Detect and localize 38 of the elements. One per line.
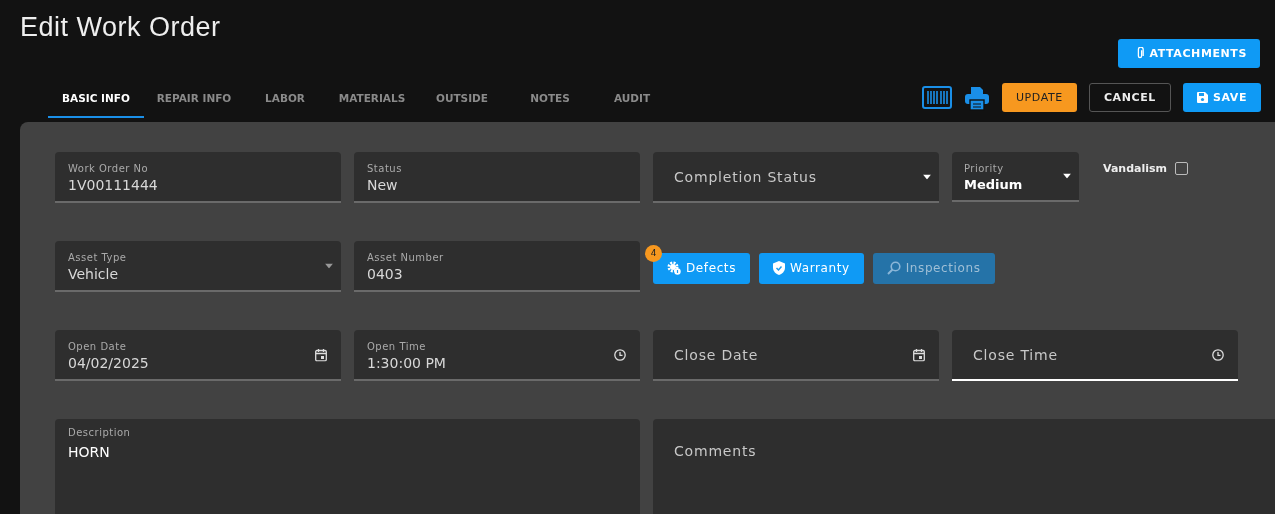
input-field[interactable]: Open Time 1:30:00 PM [354, 330, 640, 381]
caret-icon [923, 174, 931, 179]
calendar-icon [913, 348, 925, 361]
input-field[interactable]: Close Time [952, 330, 1238, 381]
tab[interactable]: AUDIT [594, 84, 670, 118]
dropdown-field[interactable]: Priority Medium [952, 152, 1079, 202]
input-field[interactable]: Asset Number 0403 [354, 241, 640, 292]
text-area[interactable]: Description HORN [55, 419, 640, 514]
input-field[interactable]: Close Date [653, 330, 939, 381]
paperclip-icon [1136, 47, 1145, 60]
dropdown-field[interactable]: Completion Status [653, 152, 939, 203]
input-field[interactable]: Status New [354, 152, 640, 203]
clock-icon [1212, 348, 1224, 361]
tab[interactable]: OUTSIDE [418, 84, 506, 118]
magnifier-icon [886, 261, 901, 275]
input-field[interactable]: Open Date 04/02/2025 [55, 330, 341, 381]
cancel-button[interactable]: CANCEL [1088, 83, 1171, 112]
caret-icon [1063, 173, 1071, 179]
tab[interactable]: LABOR [244, 84, 326, 118]
page-title: Edit Work Order [20, 12, 221, 43]
tab[interactable]: REPAIR INFO [144, 84, 244, 118]
dropdown-field[interactable]: Asset Type Vehicle [55, 241, 341, 292]
caret-icon [325, 263, 333, 268]
tab[interactable]: NOTES [506, 84, 594, 118]
clock-icon [614, 348, 626, 361]
update-button[interactable]: UPDATE [1001, 83, 1077, 112]
calendar-icon [315, 348, 327, 361]
gear-icon [667, 261, 681, 275]
count-badge: 4 [645, 244, 662, 262]
tab[interactable]: MATERIALS [326, 84, 418, 118]
checkbox[interactable] [1175, 162, 1188, 175]
printer-icon[interactable] [963, 84, 990, 111]
input-field[interactable]: Work Order No 1V00111444 [55, 152, 341, 203]
checkbox-label: Vandalism [1103, 162, 1167, 175]
tab[interactable]: BASIC INFO [48, 84, 144, 118]
text-area[interactable]: Comments [653, 419, 1275, 514]
shield-icon [773, 261, 785, 275]
barcode-icon[interactable] [921, 86, 952, 109]
